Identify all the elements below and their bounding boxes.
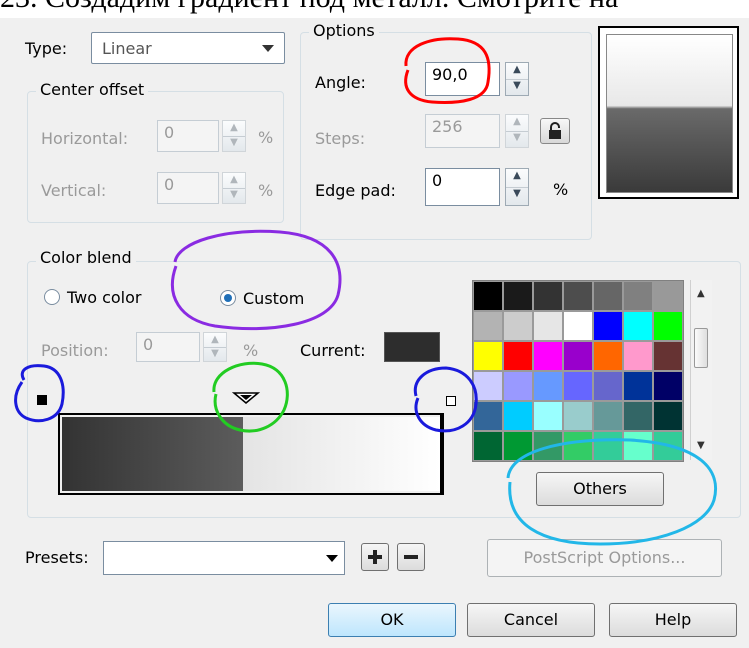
- cyan-annotation-circle: [506, 438, 717, 546]
- red-annotation-circle: [404, 37, 491, 104]
- purple-annotation-circle: [170, 229, 342, 331]
- green-annotation-circle: [212, 361, 289, 433]
- annotations-overlay: [14, 37, 717, 546]
- blue-annotation-circle-left: [14, 364, 65, 423]
- blue-annotation-circle-right: [413, 366, 478, 433]
